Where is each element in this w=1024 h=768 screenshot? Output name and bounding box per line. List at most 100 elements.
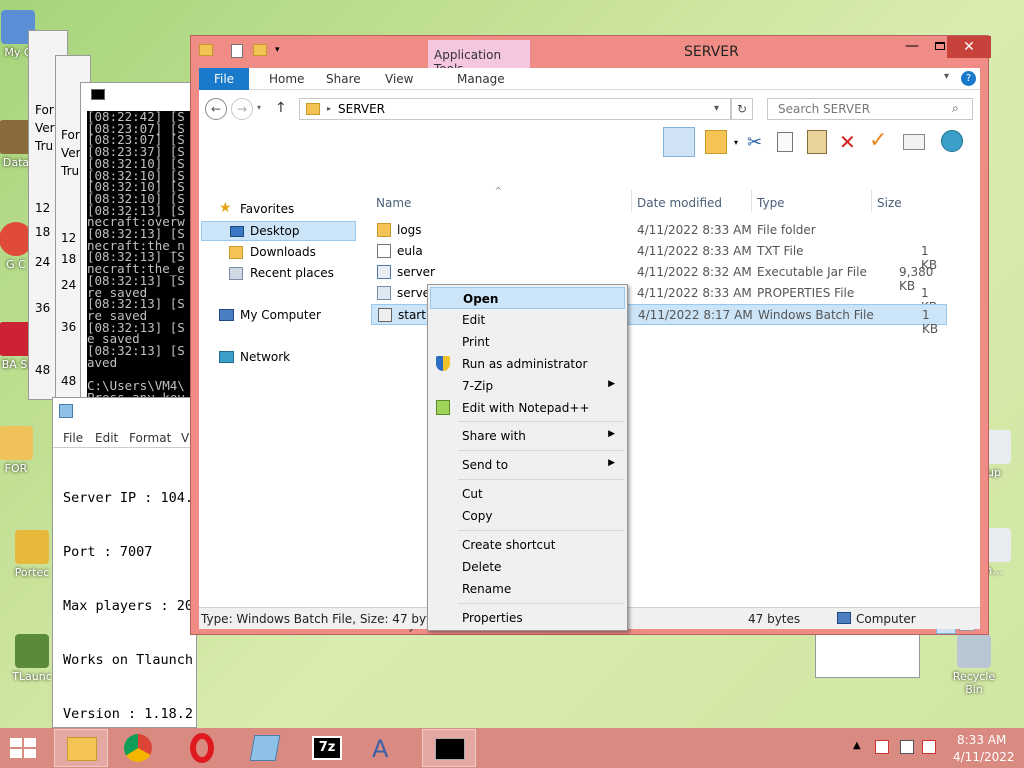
taskbar-cmd[interactable] (422, 729, 476, 767)
desktop-icon-folder[interactable]: FOR (0, 426, 46, 475)
recent-locations-dropdown-icon[interactable]: ▾ (257, 103, 261, 112)
minecraft-icon (15, 634, 49, 668)
column-header-size[interactable]: Size (877, 196, 902, 210)
search-input[interactable]: Search SERVER (778, 102, 870, 116)
address-bar[interactable]: ▸ SERVER ▾ (299, 98, 731, 120)
nav-my-computer[interactable]: My Computer (240, 308, 321, 322)
opera-icon (190, 733, 214, 763)
network-globe-icon[interactable] (941, 130, 963, 152)
taskbar-notepad[interactable] (238, 729, 292, 767)
column-header-type[interactable]: Type (757, 196, 785, 210)
taskbar-7zip[interactable]: 7z (300, 729, 354, 767)
clock-date[interactable]: 4/11/2022 (953, 750, 1015, 764)
preview-pane-button[interactable] (663, 127, 695, 157)
minimize-button[interactable]: — (899, 38, 925, 58)
window-fragment: For (61, 128, 80, 142)
notepad-text-area[interactable]: Server IP : 104. Port : 7007 Max players… (63, 453, 193, 759)
tab-share[interactable]: Share (326, 72, 361, 86)
menu-item-cut[interactable]: Cut (430, 483, 625, 505)
nav-recent-places[interactable]: Recent places (250, 266, 334, 280)
nav-favorites[interactable]: Favorites (240, 202, 294, 216)
copy-icon[interactable] (777, 132, 793, 152)
menu-item-rename[interactable]: Rename (430, 578, 625, 600)
close-button[interactable]: ✕ (947, 36, 991, 58)
tab-manage[interactable]: Manage (457, 72, 505, 86)
breadcrumb-server[interactable]: SERVER (338, 102, 385, 116)
notepad-menu-edit[interactable]: Edit (95, 431, 118, 445)
new-folder-quick-icon[interactable] (253, 44, 267, 56)
notepad-window[interactable]: File Edit Format Vi Server IP : 104. Por… (52, 397, 198, 728)
menu-item-create-shortcut[interactable]: Create shortcut (430, 534, 625, 556)
window-fragment: 48 (35, 363, 51, 377)
tab-file[interactable]: File (199, 68, 249, 90)
desktop-icon-recycle-bin[interactable]: Recycle Bin (944, 634, 1004, 696)
search-box[interactable]: Search SERVER ⌕ (767, 98, 973, 120)
tab-view[interactable]: View (385, 72, 413, 86)
folder-options-button[interactable] (705, 130, 727, 154)
action-center-flag-icon[interactable] (875, 740, 889, 754)
network-status-icon[interactable] (900, 740, 914, 754)
menu-item-label: Rename (462, 582, 512, 596)
menu-item-copy[interactable]: Copy (430, 505, 625, 527)
tab-home[interactable]: Home (269, 72, 304, 86)
file-row-logs[interactable]: logs 4/11/2022 8:33 AM File folder (371, 220, 947, 241)
folder-icon (0, 426, 33, 460)
address-dropdown-icon[interactable]: ▾ (714, 103, 719, 114)
menu-item-properties[interactable]: Properties (430, 607, 625, 629)
submenu-arrow-icon: ▶ (608, 429, 615, 439)
back-button[interactable]: ← (205, 98, 227, 120)
menu-item-print[interactable]: Print (430, 331, 625, 353)
refresh-button[interactable]: ↻ (731, 98, 753, 120)
taskbar-file-explorer[interactable] (54, 729, 108, 767)
notepad-menu-file[interactable]: File (63, 431, 83, 445)
menu-item-share-with[interactable]: Share with ▶ (430, 425, 625, 447)
start-button[interactable] (8, 736, 38, 760)
menu-item-delete[interactable]: Delete (430, 556, 625, 578)
cmd-icon (91, 89, 105, 100)
folder-options-dropdown-icon[interactable]: ▾ (734, 138, 738, 147)
cut-icon[interactable]: ✂ (747, 132, 762, 153)
paste-icon[interactable] (807, 130, 827, 154)
window-fragment: 12 (35, 201, 51, 215)
window-fragment: For (35, 103, 54, 117)
column-header-name[interactable]: Name (376, 196, 411, 210)
menu-item-send-to[interactable]: Send to ▶ (430, 454, 625, 476)
menu-item-open[interactable]: Open (430, 287, 625, 309)
nav-network[interactable]: Network (240, 350, 290, 364)
application-tools-tab: Application Tools (428, 40, 530, 76)
menu-item-7-zip[interactable]: 7-Zip ▶ (430, 375, 625, 397)
file-row-server-jar[interactable]: server 4/11/2022 8:32 AM Executable Jar … (371, 262, 947, 293)
taskbar-chrome[interactable] (112, 729, 166, 767)
forward-button[interactable]: → (231, 98, 253, 120)
batch-file-icon (378, 308, 392, 322)
file-type: Executable Jar File (757, 265, 867, 279)
properties-icon[interactable] (903, 134, 925, 150)
menu-item-edit-with-notepad-plus-plus[interactable]: Edit with Notepad++ (430, 397, 625, 419)
menu-item-run-as-administrator[interactable]: Run as administrator (430, 353, 625, 375)
taskbar-opera[interactable] (176, 729, 230, 767)
taskbar-font-viewer[interactable]: A (358, 729, 412, 767)
window-fragment: 24 (35, 255, 51, 269)
explorer-titlebar[interactable]: ▾ Application Tools SERVER — ✕ (191, 36, 991, 76)
nav-desktop[interactable]: Desktop (201, 221, 356, 241)
ribbon-collapse-icon[interactable]: ▾ (944, 71, 949, 82)
show-hidden-icons-button[interactable]: ▲ (853, 740, 861, 751)
nav-downloads[interactable]: Downloads (250, 245, 316, 259)
file-type: Windows Batch File (758, 308, 874, 322)
clock-time[interactable]: 8:33 AM (957, 733, 1006, 747)
file-date: 4/11/2022 8:32 AM (637, 265, 752, 279)
cmd-window[interactable]: [08:22:42] [S [08:23:07] [S [08:23:07] [S[… (80, 82, 193, 413)
menu-item-edit[interactable]: Edit (430, 309, 625, 331)
recent-places-icon (229, 267, 243, 280)
file-row-eula[interactable]: eula 4/11/2022 8:33 AM TXT File 1 KB (371, 241, 947, 272)
help-icon[interactable]: ? (961, 71, 976, 86)
volume-muted-icon[interactable] (922, 740, 936, 754)
up-button[interactable]: ↑ (275, 100, 287, 116)
delete-icon[interactable]: ✕ (839, 130, 856, 154)
checkmark-icon[interactable]: ✓ (869, 128, 887, 153)
column-header-date[interactable]: Date modified (637, 196, 722, 210)
properties-quick-icon[interactable] (231, 44, 243, 58)
quick-access-dropdown-icon[interactable]: ▾ (275, 45, 280, 55)
file-date: 4/11/2022 8:33 AM (637, 286, 752, 300)
notepad-menu-format[interactable]: Format (129, 431, 171, 445)
